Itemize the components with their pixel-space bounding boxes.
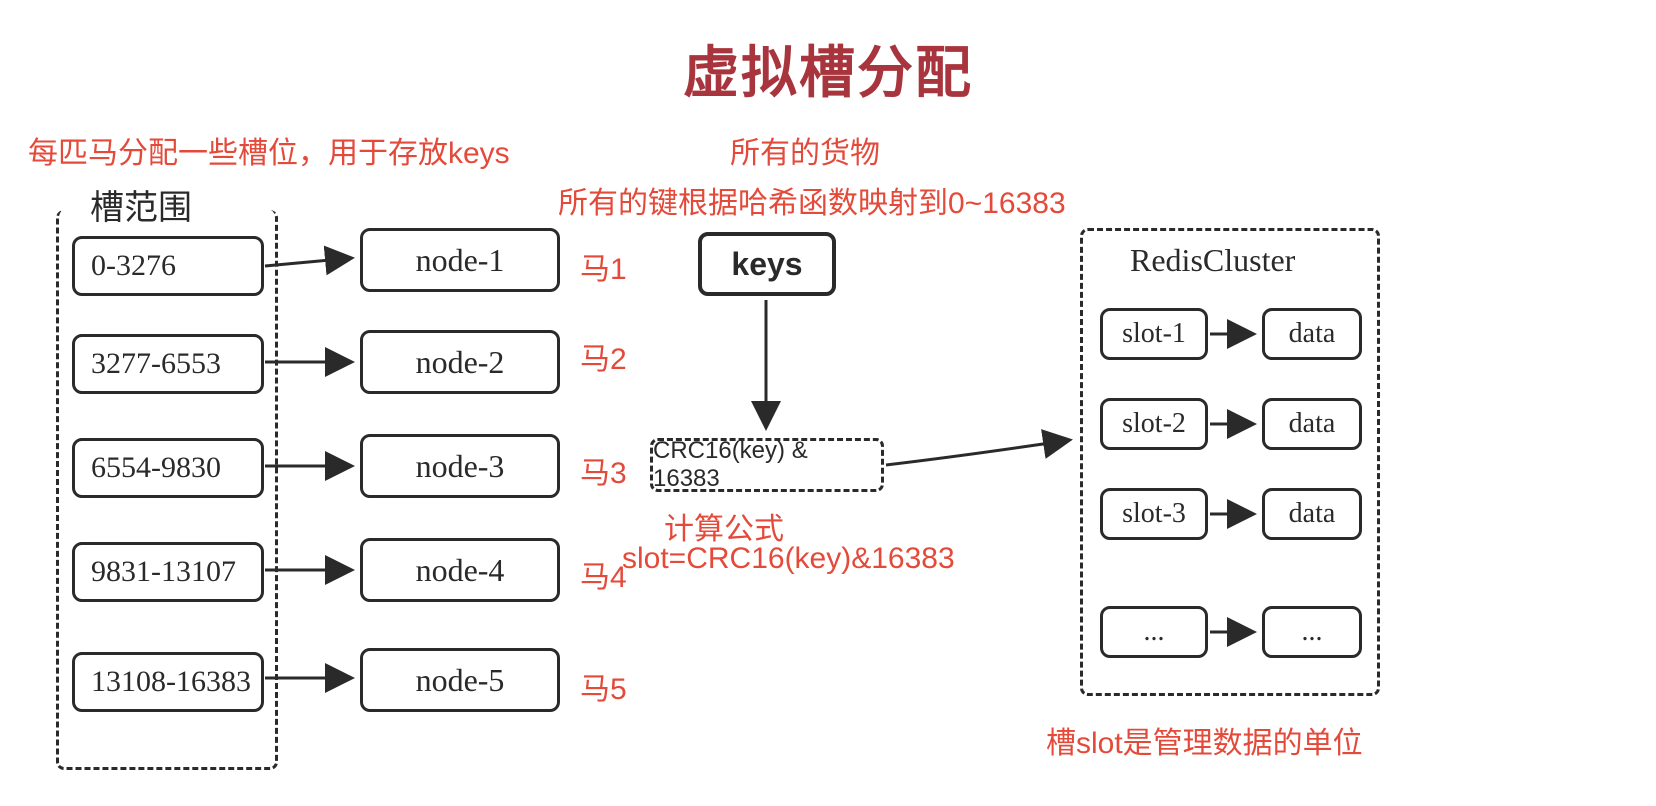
slot-range-box: 13108-16383 (72, 652, 264, 712)
crc-box: CRC16(key) & 16383 (650, 438, 884, 492)
node-box: node-3 (360, 434, 560, 498)
slot-box: slot-2 (1100, 398, 1208, 450)
data-box: data (1262, 308, 1362, 360)
label-hash-map: 所有的键根据哈希函数映射到0~16383 (558, 178, 1066, 222)
horse-label: 马1 (580, 244, 627, 288)
label-formula-2: slot=CRC16(key)&16383 (622, 542, 955, 576)
node-box: node-2 (360, 330, 560, 394)
label-horse-allocation: 每匹马分配一些槽位，用于存放keys (28, 128, 510, 172)
node-box: node-5 (360, 648, 560, 712)
slot-range-box: 6554-9830 (72, 438, 264, 498)
node-box: node-1 (360, 228, 560, 292)
slot-range-box: 0-3276 (72, 236, 264, 296)
horse-label: 马3 (580, 448, 627, 492)
horse-label: 马5 (580, 664, 627, 708)
data-box: data (1262, 488, 1362, 540)
node-box: node-4 (360, 538, 560, 602)
data-box: data (1262, 398, 1362, 450)
slot-range-box: 3277-6553 (72, 334, 264, 394)
slot-range-title: 槽范围 (86, 180, 196, 229)
horse-label: 马4 (580, 552, 627, 596)
data-box: ... (1262, 606, 1362, 658)
cluster-title: RedisCluster (1130, 242, 1295, 279)
horse-label: 马2 (580, 334, 627, 378)
page-title: 虚拟槽分配 (0, 28, 1656, 109)
keys-box: keys (698, 232, 836, 296)
slot-box: slot-3 (1100, 488, 1208, 540)
slot-box: ... (1100, 606, 1208, 658)
slot-box: slot-1 (1100, 308, 1208, 360)
slot-range-box: 9831-13107 (72, 542, 264, 602)
label-all-goods: 所有的货物 (730, 128, 880, 172)
label-slot-unit: 槽slot是管理数据的单位 (1046, 718, 1363, 762)
